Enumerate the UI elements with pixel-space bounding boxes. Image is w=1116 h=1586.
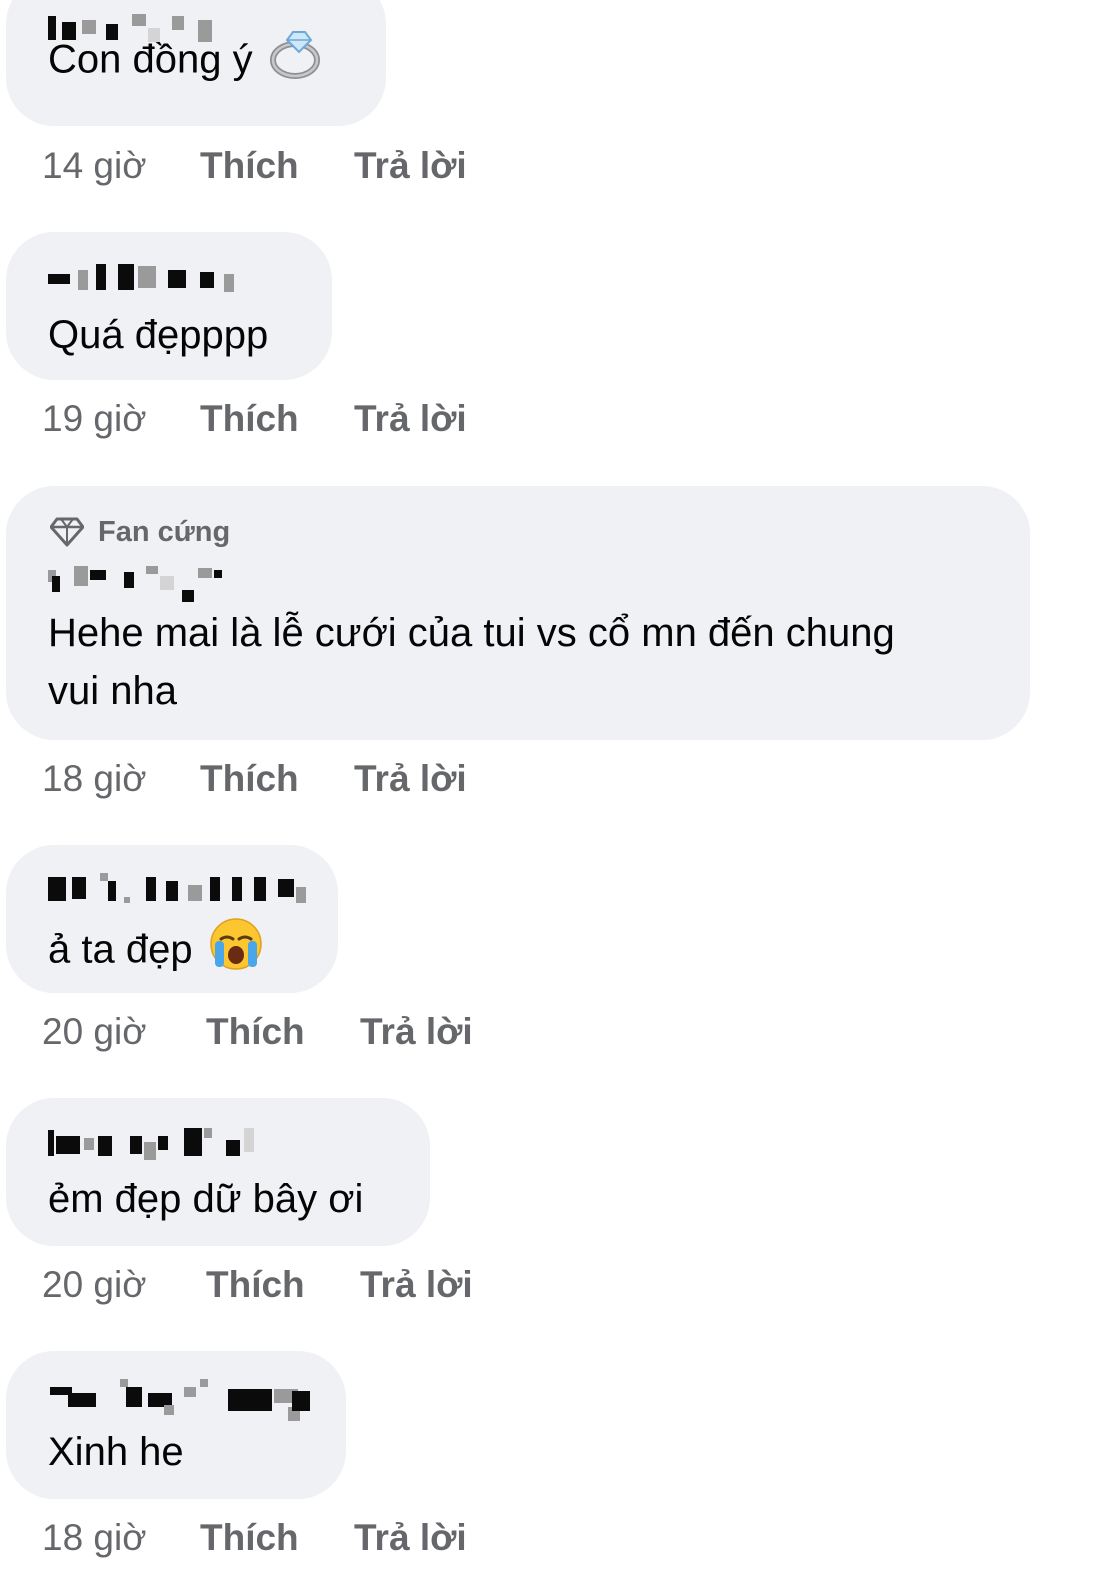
badge-label: Fan cứng xyxy=(98,515,231,548)
comment-text: Con đồng ý xyxy=(48,28,325,96)
comment-time: 20 giờ xyxy=(42,1011,147,1052)
blurred-author-name[interactable] xyxy=(48,873,308,909)
like-button[interactable]: Thích xyxy=(200,395,354,443)
comment-bubble[interactable]: Quá đẹpppp xyxy=(6,232,332,380)
like-button[interactable]: Thích xyxy=(206,1261,360,1309)
comment-text-line-1: Hehe mai là lễ cưới của tui vs cổ mn đến… xyxy=(48,611,895,655)
crying-face-icon xyxy=(209,917,263,987)
comment-text: ẻm đẹp dữ bây ơi xyxy=(48,1177,364,1221)
reply-button[interactable]: Trả lời xyxy=(360,1008,473,1056)
like-button[interactable]: Thích xyxy=(200,1514,354,1562)
like-button[interactable]: Thích xyxy=(206,1008,360,1056)
like-button[interactable]: Thích xyxy=(200,755,354,803)
ring-icon xyxy=(269,28,325,96)
comment-actions: 14 giờ Thích Trả lời xyxy=(42,142,467,190)
blurred-author-name[interactable] xyxy=(48,260,248,296)
comment-time: 14 giờ xyxy=(42,145,147,186)
comment-actions: 18 giờ Thích Trả lời xyxy=(42,755,467,803)
comment-text-line-2: vui nha xyxy=(48,669,177,713)
blurred-author-name[interactable] xyxy=(48,562,228,602)
reply-button[interactable]: Trả lời xyxy=(354,1514,467,1562)
like-button[interactable]: Thích xyxy=(200,142,354,190)
comment-text: Xinh he xyxy=(48,1430,184,1474)
comment-bubble[interactable]: Xinh he xyxy=(6,1351,346,1499)
comment-bubble[interactable]: Con đồng ý xyxy=(6,0,386,126)
reply-button[interactable]: Trả lời xyxy=(354,142,467,190)
reply-button[interactable]: Trả lời xyxy=(354,755,467,803)
reply-button[interactable]: Trả lời xyxy=(354,395,467,443)
comment-time: 19 giờ xyxy=(42,398,147,439)
comment-time: 20 giờ xyxy=(42,1264,147,1305)
blurred-author-name[interactable] xyxy=(48,1126,268,1162)
blurred-author-name[interactable] xyxy=(48,1379,318,1421)
comment-actions: 18 giờ Thích Trả lời xyxy=(42,1514,467,1562)
comment-text: Quá đẹpppp xyxy=(48,313,269,357)
comment-time: 18 giờ xyxy=(42,1517,147,1558)
diamond-icon xyxy=(50,517,84,547)
comment-bubble[interactable]: Fan cứng Hehe mai là lễ cưới của tui vs … xyxy=(6,486,1030,740)
comment-time: 18 giờ xyxy=(42,758,147,799)
comment-actions: 20 giờ Thích Trả lời xyxy=(42,1008,473,1056)
comment-text: Hehe mai là lễ cưới của tui vs cổ mn đến… xyxy=(48,604,895,720)
reply-button[interactable]: Trả lời xyxy=(360,1261,473,1309)
comment-text: ả ta đẹp xyxy=(48,917,263,987)
comment-actions: 19 giờ Thích Trả lời xyxy=(42,395,467,443)
fan-badge: Fan cứng xyxy=(50,514,230,550)
comment-bubble[interactable]: ẻm đẹp dữ bây ơi xyxy=(6,1098,430,1246)
comment-bubble[interactable]: ả ta đẹp xyxy=(6,845,338,993)
comment-actions: 20 giờ Thích Trả lời xyxy=(42,1261,473,1309)
